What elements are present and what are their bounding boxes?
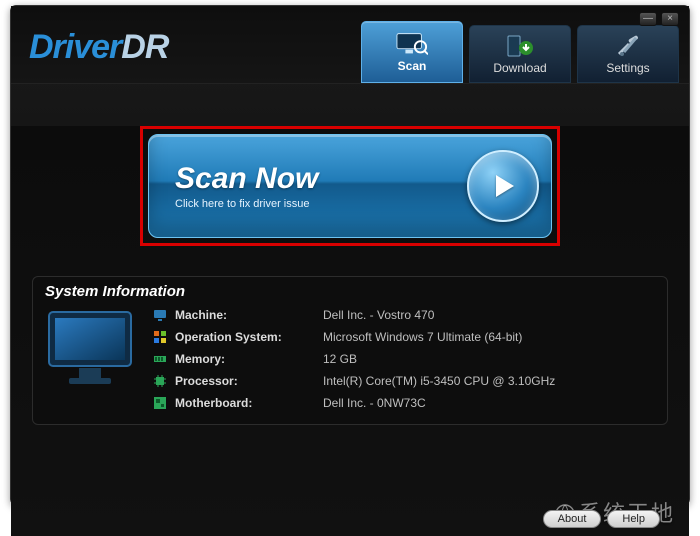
spec-row-machine: Machine: Dell Inc. - Vostro 470	[153, 304, 655, 326]
app-window: — × DriverDR Scan	[10, 5, 690, 505]
tab-settings[interactable]: Settings	[577, 25, 679, 83]
spec-row-motherboard: Motherboard: Dell Inc. - 0NW73C	[153, 392, 655, 414]
scan-highlight-frame: Scan Now Click here to fix driver issue	[140, 126, 560, 246]
spec-label: Operation System:	[175, 330, 323, 344]
scan-subtitle: Click here to fix driver issue	[175, 198, 318, 210]
spec-value: Intel(R) Core(TM) i5-3450 CPU @ 3.10GHz	[323, 374, 655, 388]
memory-icon	[153, 352, 175, 366]
spec-value: Microsoft Windows 7 Ultimate (64-bit)	[323, 330, 655, 344]
spec-label: Motherboard:	[175, 396, 323, 410]
tab-scan[interactable]: Scan	[361, 21, 463, 83]
main-tabs: Scan Download	[361, 16, 679, 83]
minimize-button[interactable]: —	[639, 12, 657, 26]
footer-buttons: About Help	[543, 510, 660, 528]
spec-row-os: Operation System: Microsoft Windows 7 Ul…	[153, 326, 655, 348]
spec-value: Dell Inc. - 0NW73C	[323, 396, 655, 410]
spec-value: Dell Inc. - Vostro 470	[323, 308, 655, 322]
monitor-icon	[45, 304, 135, 395]
header: DriverDR Scan	[11, 6, 689, 84]
machine-icon	[153, 308, 175, 322]
help-button[interactable]: Help	[607, 510, 660, 528]
window-controls: — ×	[639, 12, 679, 26]
logo-part2: DR	[121, 28, 168, 66]
spec-label: Machine:	[175, 308, 323, 322]
motherboard-icon	[153, 396, 175, 410]
spec-row-processor: Processor: Intel(R) Core(TM) i5-3450 CPU…	[153, 370, 655, 392]
spec-label: Processor:	[175, 374, 323, 388]
drive-download-icon	[504, 33, 536, 59]
tab-download[interactable]: Download	[469, 25, 571, 83]
tab-settings-label: Settings	[606, 61, 649, 75]
scan-now-button[interactable]: Scan Now Click here to fix driver issue	[148, 134, 552, 238]
scan-text-group: Scan Now Click here to fix driver issue	[175, 162, 318, 210]
tools-icon	[612, 33, 644, 59]
spec-row-memory: Memory: 12 GB	[153, 348, 655, 370]
scan-title: Scan Now	[175, 162, 318, 196]
logo-part1: Driver	[29, 28, 121, 66]
cpu-icon	[153, 374, 175, 388]
tab-scan-label: Scan	[398, 59, 427, 73]
monitor-search-icon	[396, 31, 428, 57]
app-logo: DriverDR	[29, 28, 168, 67]
os-icon	[153, 330, 175, 344]
main-panel: Scan Now Click here to fix driver issue …	[11, 126, 689, 536]
system-info-title: System Information	[45, 283, 655, 300]
tab-download-label: Download	[493, 61, 546, 75]
close-button[interactable]: ×	[661, 12, 679, 26]
spec-value: 12 GB	[323, 352, 655, 366]
about-button[interactable]: About	[543, 510, 602, 528]
spec-label: Memory:	[175, 352, 323, 366]
specs-list: Machine: Dell Inc. - Vostro 470 Operatio…	[153, 304, 655, 414]
play-arrow-icon	[467, 150, 539, 222]
system-info-panel: System Information	[32, 276, 668, 425]
